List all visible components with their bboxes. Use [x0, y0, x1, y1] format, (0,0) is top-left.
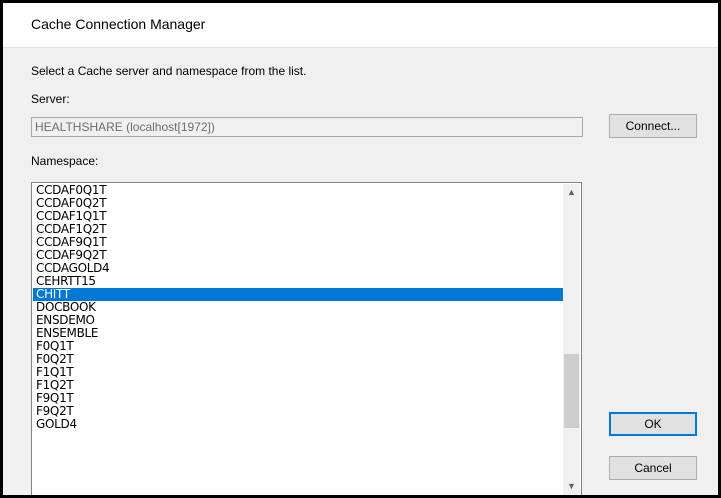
- instruction-text: Select a Cache server and namespace from…: [31, 64, 307, 78]
- server-label: Server:: [31, 92, 70, 106]
- cancel-button[interactable]: Cancel: [609, 456, 697, 480]
- list-item[interactable]: CCDAF9Q1T: [33, 236, 563, 249]
- list-item[interactable]: CCDAF1Q2T: [33, 223, 563, 236]
- list-item[interactable]: ENSEMBLE: [33, 327, 563, 340]
- namespace-scrollbar[interactable]: ▲ ▼: [563, 184, 580, 495]
- list-item[interactable]: F9Q1T: [33, 392, 563, 405]
- window-title: Cache Connection Manager: [31, 16, 206, 32]
- list-item[interactable]: GOLD4: [33, 418, 563, 431]
- scroll-down-icon[interactable]: ▼: [563, 478, 580, 495]
- list-item[interactable]: CCDAGOLD4: [33, 262, 563, 275]
- list-item[interactable]: F0Q1T: [33, 340, 563, 353]
- list-item[interactable]: CCDAF1Q1T: [33, 210, 563, 223]
- list-item[interactable]: F0Q2T: [33, 353, 563, 366]
- connect-button[interactable]: Connect...: [609, 114, 697, 138]
- cache-connection-manager-dialog: Cache Connection Manager Select a Cache …: [3, 3, 718, 495]
- list-item[interactable]: CEHRTT15: [33, 275, 563, 288]
- scroll-thumb[interactable]: [564, 354, 579, 428]
- list-item[interactable]: CCDAF0Q1T: [33, 184, 563, 197]
- namespace-list[interactable]: CCDAF0Q1T CCDAF0Q2T CCDAF1Q1T CCDAF1Q2T CCDA…: [31, 182, 582, 495]
- list-item[interactable]: ENSDEMO: [33, 314, 563, 327]
- scroll-up-icon[interactable]: ▲: [563, 184, 580, 201]
- list-item[interactable]: F1Q1T: [33, 366, 563, 379]
- list-item[interactable]: DOCBOOK: [33, 301, 563, 314]
- title-bar[interactable]: Cache Connection Manager: [3, 3, 718, 48]
- list-item[interactable]: CCDAF0Q2T: [33, 197, 563, 210]
- list-item[interactable]: F9Q2T: [33, 405, 563, 418]
- list-item[interactable]: CCDAF9Q2T: [33, 249, 563, 262]
- connect-button-label: Connect...: [625, 119, 681, 133]
- list-item[interactable]: F1Q2T: [33, 379, 563, 392]
- ok-button[interactable]: OK: [609, 412, 697, 436]
- server-field[interactable]: HEALTHSHARE (localhost[1972]): [31, 117, 583, 137]
- namespace-label: Namespace:: [31, 154, 99, 168]
- list-item[interactable]: CHITT: [33, 288, 563, 301]
- namespace-items: CCDAF0Q1T CCDAF0Q2T CCDAF1Q1T CCDAF1Q2T CCDA…: [33, 184, 563, 431]
